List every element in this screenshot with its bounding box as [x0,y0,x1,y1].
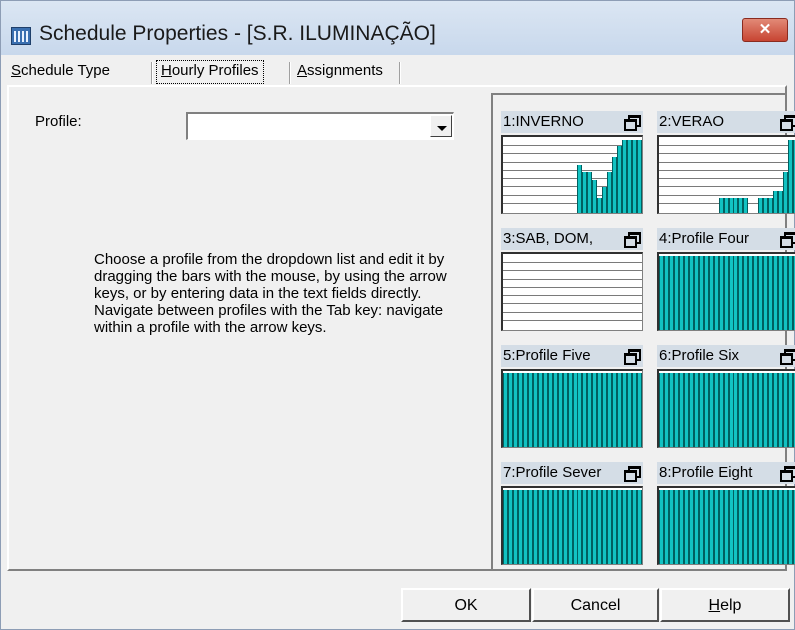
instructions-text: Choose a profile from the dropdown list … [94,251,447,336]
title-bar[interactable]: Schedule Properties - [S.R. ILUMINAÇÃO] … [1,1,794,55]
cancel-button[interactable]: Cancel [532,588,659,622]
tab-hourly-profiles-mnemonic: H [161,62,172,79]
ok-button[interactable]: OK [401,588,531,622]
profile-card-title: 7:Profile Sever [503,464,602,481]
graph-gridline [659,145,795,146]
profile-card[interactable]: 2:VERAO [657,111,795,214]
profile-card[interactable]: 8:Profile Eight [657,462,795,565]
tab-assignments-mnemonic: A [297,62,308,79]
tab-separator [151,62,153,84]
window-title: Schedule Properties - [S.R. ILUMINAÇÃO] [39,22,436,45]
restore-window-icon[interactable] [623,113,641,131]
restore-window-icon[interactable] [623,347,641,365]
profile-bar-graph[interactable] [657,369,795,448]
restore-window-icon[interactable] [779,113,795,131]
profile-dropdown[interactable] [186,112,454,140]
profile-card-title: 1:INVERNO [503,113,584,130]
profile-bar-graph[interactable] [501,369,643,448]
profile-card[interactable]: 6:Profile Six [657,345,795,448]
ok-button-label: OK [454,597,478,614]
graph-gridline [503,262,642,263]
profile-bar-graph[interactable] [501,135,643,214]
graph-gridline [659,170,795,171]
profile-card[interactable]: 4:Profile Four [657,228,795,331]
graph-gridline [503,312,642,313]
hour-bar[interactable] [637,490,642,564]
tab-separator [399,62,401,84]
tab-schedule-type-label: chedule Type [21,62,110,79]
graph-gridline [659,186,795,187]
profile-card-header: 7:Profile Sever [501,462,643,484]
profile-bar-graph[interactable] [501,252,643,331]
hour-bar[interactable] [637,373,642,447]
profile-label: Profile: [35,113,82,130]
graph-gridline [659,153,795,154]
cancel-button-label: Cancel [570,597,621,614]
hour-bar[interactable] [637,140,642,213]
restore-window-icon[interactable] [623,464,641,482]
tab-assignments-label: ssignments [307,62,383,79]
help-button-label: elp [720,597,742,614]
profile-card-title: 2:VERAO [659,113,725,130]
profile-card-title: 3:SAB, DOM, [503,230,594,247]
tab-assignments[interactable]: Assignments [293,61,387,85]
tab-hourly-profiles-label: ourly Profiles [171,62,259,79]
profile-card-header: 2:VERAO [657,111,795,133]
close-button[interactable]: ✕ [742,18,788,42]
tab-schedule-type-mnemonic: S [11,62,22,79]
graph-gridline [503,295,642,296]
profiles-grid: 1:INVERNO 2:VERAO 3:SAB, DOM, 4:Profile Fo… [491,93,795,569]
profile-card-header: 6:Profile Six [657,345,795,367]
schedule-properties-dialog: Schedule Properties - [S.R. ILUMINAÇÃO] … [0,0,795,630]
help-button[interactable]: Help [660,588,790,622]
profile-card[interactable]: 1:INVERNO [501,111,643,214]
graph-gridline [503,303,642,304]
profile-card[interactable]: 3:SAB, DOM, [501,228,643,331]
hour-bar[interactable] [743,198,748,213]
profile-card[interactable]: 5:Profile Five [501,345,643,448]
profile-card-header: 3:SAB, DOM, [501,228,643,250]
graph-gridline [503,270,642,271]
profile-card[interactable]: 7:Profile Sever [501,462,643,565]
profile-card-header: 8:Profile Eight [657,462,795,484]
restore-window-icon[interactable] [623,230,641,248]
profile-card-title: 8:Profile Eight [659,464,753,481]
tab-strip: Schedule Type Hourly Profiles Assignment… [1,55,794,85]
restore-window-icon[interactable] [779,230,795,248]
graph-gridline [503,320,642,321]
profile-bar-graph[interactable] [657,486,795,565]
tab-hourly-profiles[interactable]: Hourly Profiles [156,60,264,84]
schedule-app-icon [11,27,31,45]
profile-card-header: 5:Profile Five [501,345,643,367]
profile-bar-graph[interactable] [657,252,795,331]
profile-card-header: 1:INVERNO [501,111,643,133]
help-button-mnemonic: H [708,597,721,614]
graph-gridline [503,279,642,280]
graph-gridline [503,287,642,288]
profile-card-header: 4:Profile Four [657,228,795,250]
profile-card-title: 4:Profile Four [659,230,750,247]
profile-bar-graph[interactable] [657,135,795,214]
restore-window-icon[interactable] [779,464,795,482]
chevron-down-icon[interactable] [430,115,452,137]
profile-bar-graph[interactable] [501,486,643,565]
profile-card-title: 6:Profile Six [659,347,740,364]
restore-window-icon[interactable] [779,347,795,365]
graph-gridline [659,162,795,163]
profile-card-title: 5:Profile Five [503,347,591,364]
tab-schedule-type[interactable]: Schedule Type [7,61,114,85]
tab-separator [289,62,291,84]
graph-gridline [659,178,795,179]
